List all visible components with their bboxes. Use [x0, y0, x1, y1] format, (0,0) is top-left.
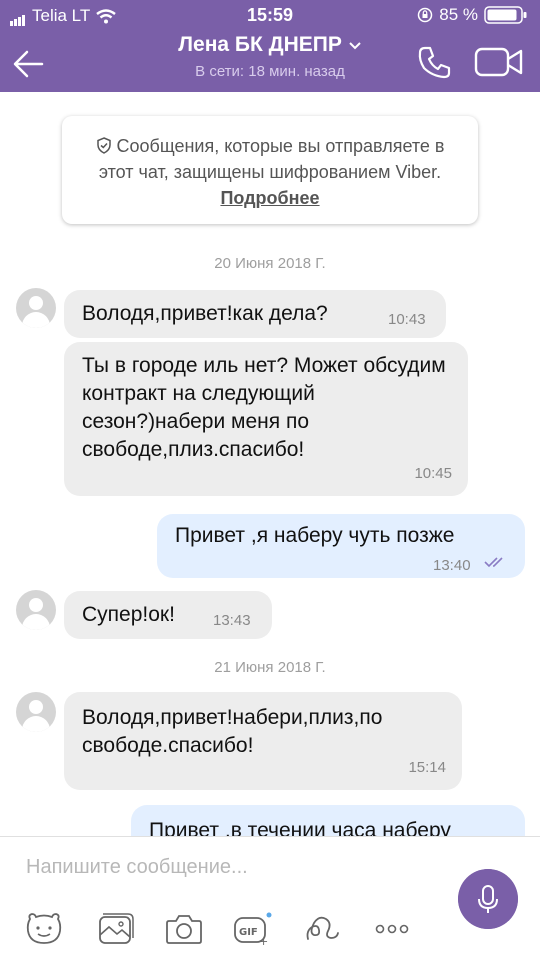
- date-separator: 21 Июня 2018 Г.: [214, 659, 326, 676]
- microphone-icon[interactable]: [458, 869, 518, 929]
- message-text: Ты в городе иль нет? Может обсудим контр…: [82, 354, 446, 461]
- message-bubble[interactable]: Володя,привет!набери,плиз,по свободе.спа…: [64, 692, 462, 790]
- message-input[interactable]: Напишите сообщение...: [26, 856, 426, 879]
- shield-icon: [96, 137, 111, 154]
- status-bar: Telia LT 15:59 85 %: [0, 0, 540, 32]
- phone-call-icon[interactable]: [416, 44, 452, 80]
- gallery-icon[interactable]: [96, 911, 136, 947]
- battery-icon: [484, 6, 527, 24]
- avatar[interactable]: [16, 590, 56, 630]
- avatar[interactable]: [16, 692, 56, 732]
- gif-icon[interactable]: GIF+: [232, 911, 272, 947]
- orientation-lock-icon: [418, 7, 433, 23]
- message-composer: Напишите сообщение... GIF +: [0, 836, 540, 961]
- message-time: 13:43: [213, 612, 251, 629]
- encryption-notice: Сообщения, которые вы отправляете в этот…: [62, 116, 478, 224]
- more-icon[interactable]: [372, 911, 412, 947]
- message-text: Володя,привет!как дела?: [82, 302, 328, 325]
- contact-name-dropdown[interactable]: Лена БК ДНЕПР: [0, 33, 540, 57]
- doodle-icon[interactable]: [302, 911, 342, 947]
- sticker-icon[interactable]: [24, 911, 64, 947]
- contact-name: Лена БК ДНЕПР: [178, 33, 342, 56]
- message-bubble[interactable]: Володя,привет!как дела? 10:43: [64, 290, 446, 338]
- double-check-icon: [484, 557, 503, 568]
- chat-header: Telia LT 15:59 85 % Лена БК ДНЕПР В сети…: [0, 0, 540, 92]
- message-time: 10:45: [414, 465, 452, 482]
- presence-status: В сети: 18 мин. назад: [195, 63, 345, 80]
- message-text: Привет ,я наберу чуть позже: [175, 524, 455, 547]
- avatar[interactable]: [16, 288, 56, 328]
- svg-text:GIF: GIF: [239, 927, 258, 938]
- message-text: Володя,привет!набери,плиз,по свободе.спа…: [82, 706, 383, 757]
- date-separator: 20 Июня 2018 Г.: [214, 255, 326, 272]
- message-bubble[interactable]: Супер!ок! 13:43: [64, 591, 272, 639]
- camera-icon[interactable]: [164, 911, 204, 947]
- battery-percent: 85 %: [439, 5, 478, 24]
- message-bubble[interactable]: Привет ,я наберу чуть позже 13:40: [157, 514, 525, 578]
- message-time: 13:40: [433, 557, 471, 574]
- learn-more-link[interactable]: Подробнее: [220, 188, 319, 208]
- svg-text:+: +: [259, 935, 268, 947]
- encryption-notice-text: Сообщения, которые вы отправляете в этот…: [98, 136, 445, 182]
- message-text: Супер!ок!: [82, 603, 175, 626]
- message-bubble[interactable]: Ты в городе иль нет? Может обсудим контр…: [64, 342, 468, 496]
- chevron-down-icon: [349, 42, 361, 50]
- message-time: 15:14: [408, 759, 446, 776]
- message-time: 10:43: [388, 311, 426, 328]
- video-call-icon[interactable]: [474, 46, 524, 78]
